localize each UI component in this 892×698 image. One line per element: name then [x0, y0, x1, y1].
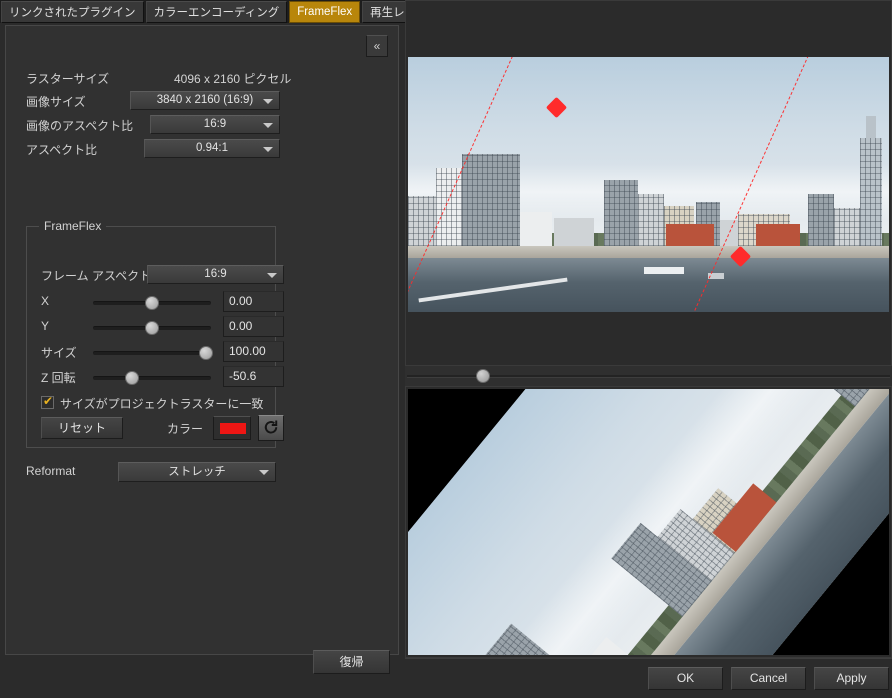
color-swatch-button[interactable] — [213, 416, 251, 440]
tab-label: リンクされたプラグイン — [9, 4, 136, 20]
chevron-down-icon — [263, 123, 273, 128]
tab-label: カラーエンコーディング — [154, 4, 280, 20]
image-size-dropdown[interactable]: 3840 x 2160 (16:9) — [130, 91, 280, 110]
brick-warehouse — [666, 224, 714, 246]
slider-knob-zrotation[interactable] — [125, 371, 139, 385]
ok-button[interactable]: OK — [648, 667, 723, 690]
cancel-button[interactable]: Cancel — [731, 667, 806, 690]
image-aspect-value: 16:9 — [204, 118, 226, 130]
image-aspect-label: 画像のアスペクト比 — [26, 117, 133, 134]
raster-size-row: ラスターサイズ 4096 x 2160 ピクセル — [6, 68, 400, 90]
brick-warehouse — [756, 224, 800, 246]
result-preview[interactable] — [405, 386, 892, 658]
raster-size-value: 4096 x 2160 ピクセル — [174, 70, 291, 87]
value-input-x[interactable]: 0.00 — [223, 291, 284, 312]
aspect-ratio-row: アスペクト比 0.94:1 — [6, 139, 400, 161]
slider-row-x: X 0.00 — [27, 290, 277, 314]
color-swatch — [220, 423, 246, 434]
image-size-row: 画像サイズ 3840 x 2160 (16:9) — [6, 91, 400, 113]
rotated-frame — [408, 389, 889, 655]
image-size-value: 3840 x 2160 (16:9) — [157, 94, 254, 106]
chevron-down-icon — [267, 273, 277, 278]
slider-knob-y[interactable] — [145, 321, 159, 335]
tab-bar: リンクされたプラグイン カラーエンコーディング FrameFlex 再生レート — [0, 0, 405, 23]
frame-aspect-value: 16:9 — [204, 268, 226, 280]
value-input-zrotation[interactable]: -50.6 — [223, 366, 284, 387]
slider-label-size: サイズ — [41, 344, 77, 361]
reformat-label: Reformat — [26, 464, 75, 478]
aspect-ratio-value: 0.94:1 — [196, 142, 228, 154]
tab-color-encoding[interactable]: カラーエンコーディング — [146, 1, 288, 23]
reformat-value: ストレッチ — [168, 466, 226, 478]
quay-wall — [408, 246, 889, 259]
value-input-y[interactable]: 0.00 — [223, 316, 284, 337]
slider-label-zrotation: Z 回転 — [41, 369, 76, 386]
slider-row-zrotation: Z 回転 -50.6 — [27, 365, 277, 389]
slider-label-x: X — [41, 294, 49, 308]
preview-pane: OK Cancel Apply — [405, 0, 892, 697]
rotated-source — [408, 389, 889, 655]
slider-knob-size[interactable] — [199, 346, 213, 360]
dialog-button-bar: OK Cancel Apply — [405, 658, 892, 698]
slider-track-zrotation[interactable] — [93, 376, 211, 380]
aspect-ratio-label: アスペクト比 — [26, 141, 97, 158]
apply-button[interactable]: Apply — [814, 667, 889, 690]
building — [808, 194, 834, 246]
building — [554, 218, 594, 246]
frameflex-group: FrameFlex フレーム アスペクト比 16:9 X 0.00 — [26, 226, 276, 448]
match-project-raster-label: サイズがプロジェクトラスターに一致 — [60, 395, 263, 412]
match-project-raster-row: サイズがプロジェクトラスターに一致 — [41, 395, 277, 413]
slider-label-y: Y — [41, 319, 49, 333]
chevron-double-left-icon[interactable]: « — [366, 35, 388, 57]
raster-size-label: ラスターサイズ — [26, 70, 109, 87]
building — [638, 194, 664, 246]
slider-track-y[interactable] — [93, 326, 211, 330]
splitter-handle-icon[interactable] — [476, 369, 490, 383]
reformat-dropdown[interactable]: ストレッチ — [118, 462, 276, 482]
building — [462, 154, 520, 246]
tab-frameflex[interactable]: FrameFlex — [289, 1, 360, 23]
boat — [644, 267, 684, 274]
preview-splitter[interactable] — [405, 366, 892, 386]
match-project-raster-checkbox[interactable] — [41, 396, 54, 409]
building — [520, 212, 552, 246]
tab-label: FrameFlex — [297, 6, 352, 18]
frame-aspect-dropdown[interactable]: 16:9 — [147, 265, 284, 284]
image-size-label: 画像サイズ — [26, 93, 86, 110]
chevron-down-icon — [259, 470, 269, 475]
slider-knob-x[interactable] — [145, 296, 159, 310]
slider-track-x[interactable] — [93, 301, 211, 305]
image-aspect-dropdown[interactable]: 16:9 — [150, 115, 280, 134]
rotate-arrow-glyph — [262, 419, 280, 437]
frame-aspect-label: フレーム アスペクト比 — [41, 267, 163, 284]
slider-row-y: Y 0.00 — [27, 315, 277, 339]
source-preview[interactable] — [405, 0, 892, 366]
chevron-down-icon — [263, 99, 273, 104]
reset-button[interactable]: リセット — [41, 417, 123, 439]
result-image — [408, 389, 889, 655]
tab-linked-plugin[interactable]: リンクされたプラグイン — [1, 1, 144, 23]
value-input-size[interactable]: 100.00 — [223, 341, 284, 362]
aspect-ratio-dropdown[interactable]: 0.94:1 — [144, 139, 280, 158]
building — [604, 180, 638, 246]
rotate-arrow-icon[interactable] — [258, 415, 284, 441]
slider-track-size[interactable] — [93, 351, 211, 355]
left-settings-pane: リンクされたプラグイン カラーエンコーディング FrameFlex 再生レート … — [0, 0, 405, 697]
landmark-tower — [860, 138, 882, 246]
settings-panel: « ラスターサイズ 4096 x 2160 ピクセル 画像サイズ 3840 x … — [5, 25, 399, 655]
frame-aspect-row: フレーム アスペクト比 16:9 — [27, 263, 277, 287]
revert-button[interactable]: 復帰 — [313, 650, 390, 674]
frameflex-dialog: リンクされたプラグイン カラーエンコーディング FrameFlex 再生レート … — [0, 0, 892, 697]
chevron-down-icon — [263, 147, 273, 152]
color-label: カラー — [167, 420, 203, 437]
frameflex-group-title: FrameFlex — [39, 219, 106, 233]
slider-row-size: サイズ 100.00 — [27, 340, 277, 364]
source-image — [408, 57, 889, 312]
image-aspect-row: 画像のアスペクト比 16:9 — [6, 115, 400, 137]
